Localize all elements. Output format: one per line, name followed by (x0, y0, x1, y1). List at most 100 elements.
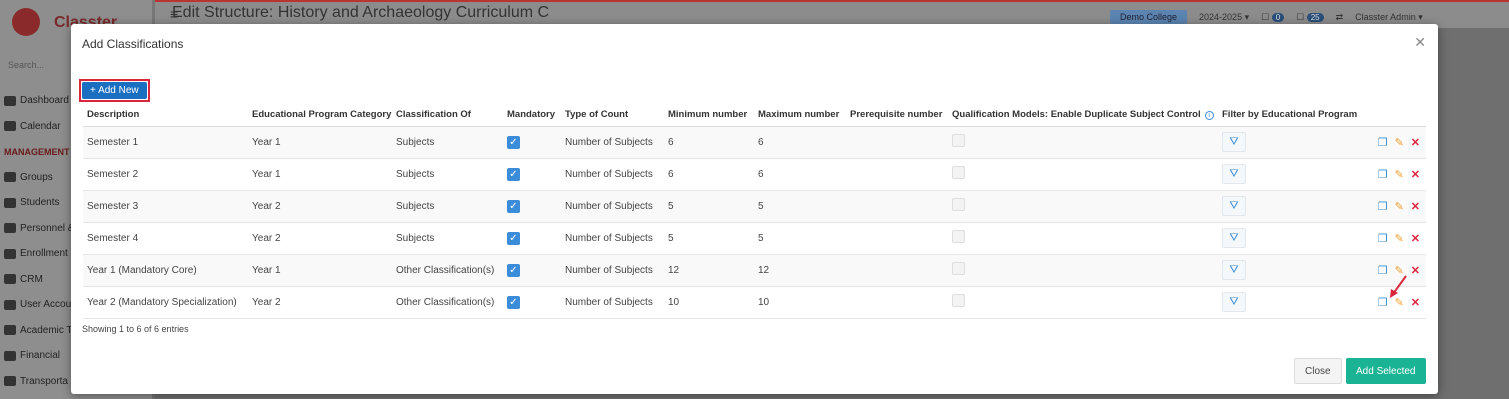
edit-icon[interactable]: ✎ (1395, 136, 1404, 149)
delete-icon[interactable]: ✕ (1411, 136, 1420, 149)
modal-title: Add Classifications (82, 37, 184, 51)
classification-of-cell: Subjects (392, 126, 503, 159)
mandatory-checkbox[interactable]: ✓ (507, 231, 520, 245)
delete-icon[interactable]: ✕ (1411, 232, 1420, 245)
filter-icon[interactable]: ⛛ (1222, 196, 1246, 216)
college-selector[interactable]: Demo College (1110, 10, 1188, 24)
nav-icon (4, 95, 16, 106)
close-icon[interactable]: ✕ (1414, 34, 1426, 51)
mandatory-checkbox[interactable]: ✓ (507, 135, 520, 149)
filter-icon[interactable]: ⛛ (1222, 228, 1246, 248)
mandatory-cell: ✓ (503, 190, 561, 223)
filter-icon[interactable]: ⛛ (1222, 260, 1246, 280)
duplicate-control-cell (948, 158, 1218, 191)
table-row[interactable]: Semester 4 Year 2 Subjects ✓ Number of Subje… (83, 222, 1426, 255)
actions-cell: ❐ ✎ ✕ (1358, 126, 1426, 159)
table-row[interactable]: Year 1 (Mandatory Core) Year 1 Other Class… (83, 254, 1426, 287)
minimum-cell: 5 (664, 190, 754, 223)
mandatory-checkbox[interactable]: ✓ (507, 263, 520, 277)
minimum-cell: 12 (664, 254, 754, 287)
nav-icon (4, 172, 16, 183)
type-of-count-cell: Number of Subjects (561, 126, 664, 159)
minimum-cell: 5 (664, 222, 754, 255)
duplicate-control-checkbox (952, 166, 965, 179)
mandatory-cell: ✓ (503, 158, 561, 191)
add-selected-button[interactable]: Add Selected (1346, 358, 1426, 384)
sidebar-item-label: Enrollment (20, 248, 68, 260)
copy-icon[interactable]: ❐ (1378, 232, 1388, 245)
notifications-icon[interactable]: ☐ 0 (1261, 12, 1285, 23)
nav-icon (4, 248, 16, 259)
table-row[interactable]: Semester 2 Year 1 Subjects ✓ Number of Subje… (83, 158, 1426, 191)
mandatory-checkbox[interactable]: ✓ (507, 167, 520, 181)
column-header: Educational Program Category (248, 104, 392, 127)
maximum-cell: 12 (754, 254, 846, 287)
mandatory-cell: ✓ (503, 222, 561, 255)
delete-icon[interactable]: ✕ (1411, 264, 1420, 277)
edit-icon[interactable]: ✎ (1395, 232, 1404, 245)
add-new-button[interactable]: + Add New (82, 82, 147, 99)
maximum-cell: 6 (754, 158, 846, 191)
filter-icon[interactable]: ⛛ (1222, 164, 1246, 184)
sidebar-item-label: Students (20, 197, 60, 209)
category-cell: Year 2 (248, 222, 392, 255)
maximum-cell: 10 (754, 286, 846, 319)
classification-of-cell: Other Classification(s) (392, 254, 503, 287)
category-cell: Year 2 (248, 190, 392, 223)
share-icon[interactable]: ⇄ (1336, 12, 1344, 23)
duplicate-control-cell (948, 254, 1218, 287)
type-of-count-cell: Number of Subjects (561, 158, 664, 191)
nav-icon (4, 121, 16, 132)
messages-icon[interactable]: ☐ 25 (1296, 12, 1324, 23)
mandatory-checkbox[interactable]: ✓ (507, 295, 520, 309)
prerequisite-cell (846, 222, 948, 255)
sidebar-item-label: Groups (20, 171, 53, 183)
delete-icon[interactable]: ✕ (1411, 168, 1420, 181)
delete-icon[interactable]: ✕ (1411, 296, 1420, 309)
table-header: Description Educational Program Category C… (83, 104, 1426, 127)
category-cell: Year 2 (248, 286, 392, 319)
sidebar-item-label: CRM (20, 273, 43, 285)
user-menu[interactable]: Classter Admin ▾ (1355, 12, 1423, 23)
copy-icon[interactable]: ❐ (1378, 168, 1388, 181)
copy-icon[interactable]: ❐ (1378, 200, 1388, 213)
close-button[interactable]: Close (1294, 358, 1342, 384)
description-cell: Semester 4 (83, 222, 248, 255)
add-new-highlight: + Add New (79, 79, 150, 102)
category-cell: Year 1 (248, 126, 392, 159)
info-icon[interactable]: i (1204, 111, 1214, 121)
nav-icon (4, 376, 16, 387)
copy-icon[interactable]: ❐ (1378, 136, 1388, 149)
edit-icon[interactable]: ✎ (1395, 200, 1404, 213)
nav-icon (4, 223, 16, 234)
maximum-cell: 5 (754, 190, 846, 223)
description-cell: Year 2 (Mandatory Specialization) (83, 286, 248, 319)
table-row[interactable]: Semester 1 Year 1 Subjects ✓ Number of Subje… (83, 126, 1426, 159)
classification-of-cell: Subjects (392, 158, 503, 191)
nav-icon (4, 197, 16, 208)
minimum-cell: 10 (664, 286, 754, 319)
mandatory-checkbox[interactable]: ✓ (507, 199, 520, 213)
duplicate-control-cell (948, 126, 1218, 159)
duplicate-control-cell (948, 286, 1218, 319)
table-row[interactable]: Semester 3 Year 2 Subjects ✓ Number of Subje… (83, 190, 1426, 223)
filter-icon[interactable]: ⛛ (1222, 292, 1246, 312)
sidebar-item-label: Financial (20, 350, 61, 362)
delete-icon[interactable]: ✕ (1411, 200, 1420, 213)
mandatory-cell: ✓ (503, 254, 561, 287)
type-of-count-cell: Number of Subjects (561, 190, 664, 223)
nav-icon (4, 299, 16, 310)
edit-icon[interactable]: ✎ (1395, 168, 1404, 181)
duplicate-control-checkbox (952, 134, 965, 147)
filter-cell: ⛛ (1218, 190, 1358, 223)
annotation-arrow-icon (1390, 275, 1407, 298)
year-selector[interactable]: 2024-2025 ▾ (1199, 12, 1249, 23)
table-row[interactable]: Year 2 (Mandatory Specialization) Year 2O… (83, 286, 1426, 319)
sidebar-search[interactable]: Search... (8, 60, 44, 70)
type-of-count-cell: Number of Subjects (561, 286, 664, 319)
sidebar-item-label: Personnel & (20, 222, 75, 234)
classification-of-cell: Other Classification(s) (392, 286, 503, 319)
description-cell: Semester 2 (83, 158, 248, 191)
filter-icon[interactable]: ⛛ (1222, 132, 1246, 152)
mandatory-cell: ✓ (503, 286, 561, 319)
